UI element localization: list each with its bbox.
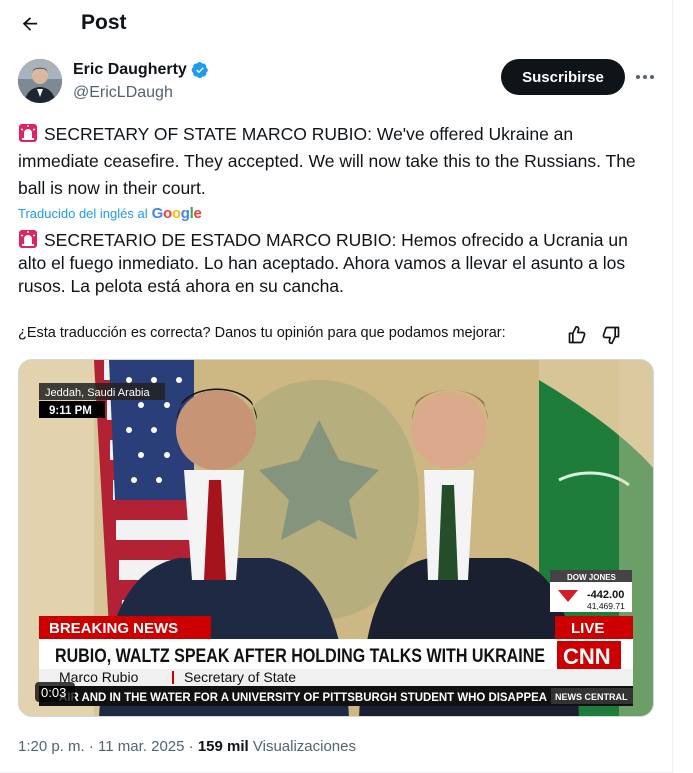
page-title: Post — [81, 11, 127, 34]
video-elapsed-time: 0:03 — [41, 685, 66, 700]
author-name[interactable]: Eric Daugherty — [73, 61, 187, 79]
video-frame: Jeddah, Saudi Arabia 9:11 PM DOW JONES -… — [19, 360, 653, 716]
author-name-row[interactable]: Eric Daugherty — [73, 61, 209, 79]
avatar-image — [18, 59, 62, 103]
siren-emoji-icon — [19, 230, 37, 248]
tweet-text: SECRETARY OF STATE MARCO RUBIO: We've of… — [18, 121, 648, 202]
translated-label: Traducido del inglés al — [18, 206, 148, 221]
dow-value: 41,469.71 — [587, 601, 625, 611]
header: Post — [0, 0, 673, 48]
dow-change: -442.00 — [587, 589, 624, 601]
cnn-logo: CNN — [563, 644, 611, 669]
speaker-title: Secretary of State — [184, 669, 296, 685]
translation-feedback-prompt: ¿Esta traducción es correcta? Danos tu o… — [18, 325, 506, 341]
video-location: Jeddah, Saudi Arabia — [45, 387, 150, 399]
news-central-label: NEWS CENTRAL — [555, 692, 628, 702]
google-logo: Google — [151, 205, 202, 222]
post-time[interactable]: 1:20 p. m. · 11 mar. 2025 · — [18, 738, 194, 755]
views-label: Visualizaciones — [252, 738, 356, 755]
thumbs-down-icon[interactable] — [601, 325, 621, 345]
news-ticker: AIR AND IN THE WATER FOR A UNIVERSITY OF… — [59, 690, 547, 704]
subscribe-button[interactable]: Suscribirse — [501, 59, 625, 95]
verified-badge-icon — [191, 61, 208, 79]
more-options-icon[interactable] — [634, 67, 656, 87]
tweet-body: SECRETARY OF STATE MARCO RUBIO: We've of… — [18, 124, 636, 198]
post-meta: 1:20 p. m. · 11 mar. 2025 · 159 mil Visu… — [18, 738, 356, 755]
translation-body: SECRETARIO DE ESTADO MARCO RUBIO: Hemos … — [18, 230, 628, 296]
video-headline: RUBIO, WALTZ SPEAK AFTER HOLDING TALKS W… — [55, 646, 545, 667]
thumbs-up-icon[interactable] — [567, 325, 587, 345]
breaking-news-label: BREAKING NEWS — [49, 620, 178, 637]
siren-emoji-icon — [19, 124, 37, 142]
dow-label: DOW JONES — [567, 573, 617, 582]
translation-note: Traducido del inglés al Google — [18, 205, 202, 222]
live-label: LIVE — [571, 620, 604, 637]
video-player[interactable]: Jeddah, Saudi Arabia 9:11 PM DOW JONES -… — [18, 359, 654, 717]
author-handle[interactable]: @EricLDaugh — [73, 84, 173, 102]
video-local-time: 9:11 PM — [49, 405, 92, 417]
view-count: 159 mil — [197, 738, 249, 755]
avatar[interactable] — [18, 59, 62, 103]
translated-text: SECRETARIO DE ESTADO MARCO RUBIO: Hemos … — [18, 229, 658, 298]
column-divider — [672, 0, 673, 773]
back-arrow-icon[interactable] — [18, 13, 42, 35]
